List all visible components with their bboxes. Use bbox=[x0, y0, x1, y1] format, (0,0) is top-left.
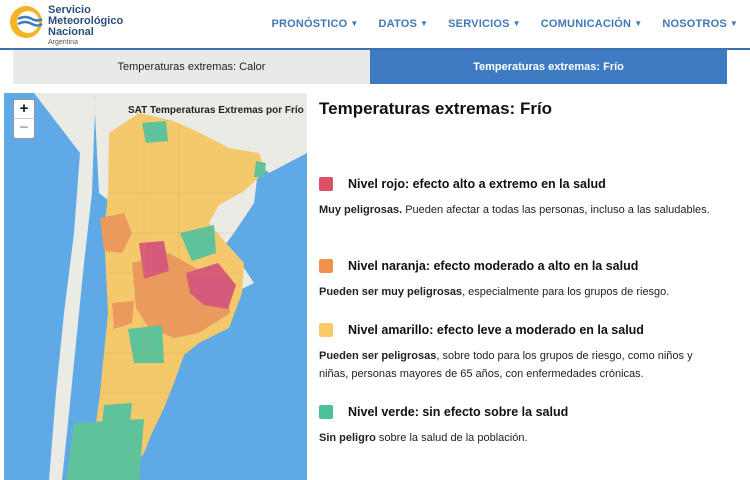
yellow-swatch bbox=[319, 323, 333, 337]
tab-calor[interactable]: Temperaturas extremas: Calor bbox=[13, 50, 370, 84]
level-red-desc-bold: Muy peligrosas. bbox=[319, 204, 403, 216]
level-green-desc-bold: Sin peligro bbox=[319, 432, 376, 444]
chevron-down-icon: ▼ bbox=[729, 19, 738, 28]
green-region-patagonia bbox=[102, 403, 132, 425]
zoom-control: + − bbox=[13, 99, 35, 139]
chevron-down-icon: ▼ bbox=[634, 19, 643, 28]
level-yellow-desc-bold: Pueden ser peligrosas bbox=[319, 350, 437, 362]
level-yellow: Nivel amarillo: efecto leve a moderado e… bbox=[319, 321, 719, 383]
zoom-out-button[interactable]: − bbox=[14, 119, 34, 138]
smn-logo[interactable]: Servicio Meteorológico Nacional Argentin… bbox=[8, 4, 138, 47]
level-red-description: Muy peligrosas. Pueden afectar a todas l… bbox=[319, 201, 719, 219]
main-content: Temperaturas extremas: Frío Nivel rojo: … bbox=[319, 93, 739, 473]
tab-bar: Temperaturas extremas: Calor Temperatura… bbox=[13, 50, 727, 84]
nav-pronostico-label: PRONÓSTICO bbox=[271, 18, 348, 30]
level-orange-desc-text: , especialmente para los grupos de riesg… bbox=[462, 286, 670, 298]
tab-frio[interactable]: Temperaturas extremas: Frío bbox=[370, 50, 727, 84]
level-yellow-title: Nivel amarillo: efecto leve a moderado e… bbox=[348, 323, 644, 337]
site-header: Servicio Meteorológico Nacional Argentin… bbox=[0, 0, 750, 50]
level-orange-header: Nivel naranja: efecto moderado a alto en… bbox=[319, 257, 719, 275]
chevron-down-icon: ▼ bbox=[350, 19, 359, 28]
green-region-coast bbox=[128, 325, 164, 363]
level-green-header: Nivel verde: sin efecto sobre la salud bbox=[319, 403, 719, 421]
level-green: Nivel verde: sin efecto sobre la salud S… bbox=[319, 403, 719, 447]
green-swatch bbox=[319, 405, 333, 419]
nav-comunicacion-label: COMUNICACIÓN bbox=[540, 18, 632, 30]
level-orange: Nivel naranja: efecto moderado a alto en… bbox=[319, 257, 719, 301]
level-yellow-description: Pueden ser peligrosas, sobre todo para l… bbox=[319, 347, 719, 383]
page: Servicio Meteorológico Nacional Argentin… bbox=[0, 0, 750, 480]
level-green-title: Nivel verde: sin efecto sobre la salud bbox=[348, 405, 569, 419]
level-red-desc-text: Pueden afectar a todas las personas, inc… bbox=[402, 204, 710, 216]
zoom-in-button[interactable]: + bbox=[14, 100, 34, 119]
level-red-header: Nivel rojo: efecto alto a extremo en la … bbox=[319, 175, 719, 193]
nav-datos[interactable]: DATOS ▼ bbox=[379, 18, 429, 30]
level-orange-description: Pueden ser muy peligrosas, especialmente… bbox=[319, 283, 719, 301]
nav-servicios-label: SERVICIOS bbox=[448, 18, 510, 30]
level-red-title: Nivel rojo: efecto alto a extremo en la … bbox=[348, 177, 606, 191]
nav-servicios[interactable]: SERVICIOS ▼ bbox=[448, 18, 521, 30]
chevron-down-icon: ▼ bbox=[512, 19, 521, 28]
logo-line-3: Nacional bbox=[48, 26, 94, 38]
map-canvas bbox=[4, 93, 307, 480]
nav-nosotros-label: NOSOTROS bbox=[662, 18, 727, 30]
orange-swatch bbox=[319, 259, 333, 273]
green-region-misiones bbox=[254, 161, 266, 177]
nav-nosotros[interactable]: NOSOTROS ▼ bbox=[662, 18, 738, 30]
level-red: Nivel rojo: efecto alto a extremo en la … bbox=[319, 175, 719, 219]
green-region-south bbox=[66, 419, 144, 480]
map-title: SAT Temperaturas Extremas por Frío bbox=[128, 105, 304, 116]
level-green-description: Sin peligro sobre la salud de la poblaci… bbox=[319, 429, 719, 447]
nav-comunicacion[interactable]: COMUNICACIÓN ▼ bbox=[541, 18, 643, 30]
logo-text: Servicio Meteorológico Nacional Argentin… bbox=[48, 5, 123, 47]
chevron-down-icon: ▼ bbox=[420, 19, 429, 28]
page-title: Temperaturas extremas: Frío bbox=[319, 99, 553, 118]
level-yellow-header: Nivel amarillo: efecto leve a moderado e… bbox=[319, 321, 719, 339]
smn-logo-icon bbox=[10, 6, 43, 38]
nav-pronostico[interactable]: PRONÓSTICO ▼ bbox=[271, 18, 358, 30]
nav-datos-label: DATOS bbox=[378, 18, 418, 30]
main-nav: PRONÓSTICO ▼ DATOS ▼ SERVICIOS ▼ COMUNICACI… bbox=[251, 18, 738, 30]
level-green-desc-text: sobre la salud de la población. bbox=[375, 432, 528, 444]
red-swatch bbox=[319, 177, 333, 191]
green-region-north bbox=[142, 121, 168, 143]
level-orange-title: Nivel naranja: efecto moderado a alto en… bbox=[348, 259, 639, 273]
alert-map[interactable]: + − SAT Temperaturas Extremas por Frío bbox=[4, 93, 307, 480]
level-orange-desc-bold: Pueden ser muy peligrosas bbox=[319, 286, 463, 298]
logo-subtitle: Argentina bbox=[48, 39, 78, 46]
